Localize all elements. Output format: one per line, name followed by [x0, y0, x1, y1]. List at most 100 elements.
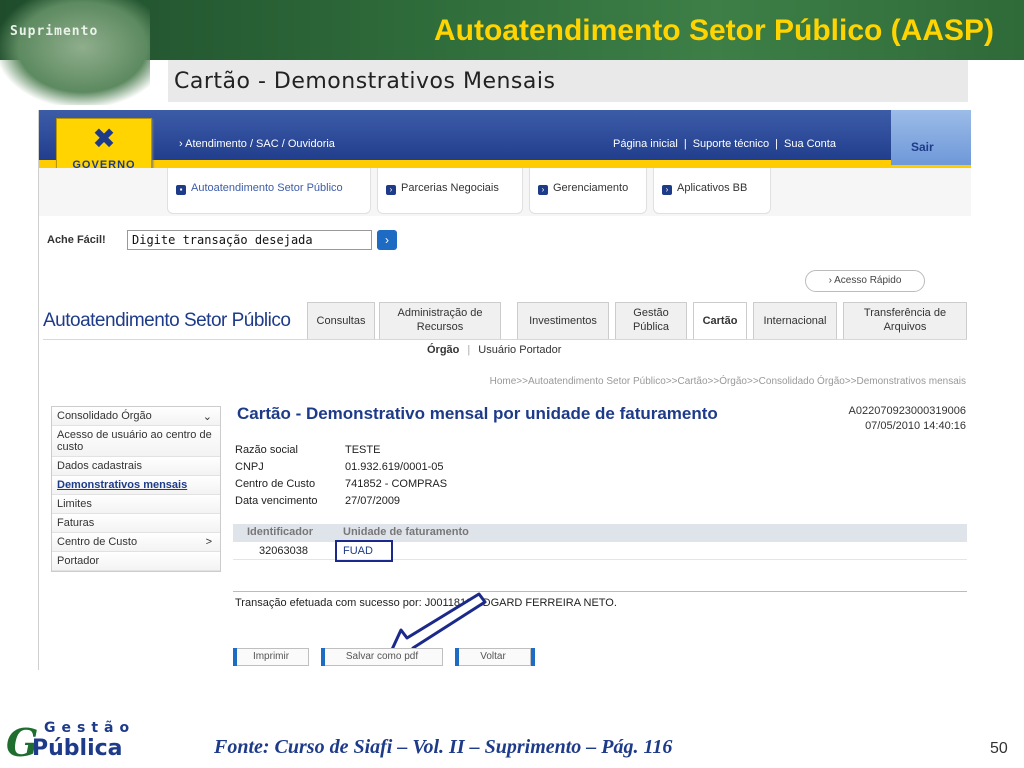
field-value: 01.932.619/0001-05: [345, 461, 444, 473]
link-pagina-inicial[interactable]: Página inicial: [613, 138, 678, 150]
tab-administracao-recursos[interactable]: Administração de Recursos: [379, 302, 501, 340]
field-key: Razão social: [235, 444, 298, 456]
sidebar-item-dados-cadastrais[interactable]: Dados cadastrais: [52, 457, 220, 476]
search-label: Ache Fácil!: [47, 234, 106, 246]
sidebar-item-label: Dados cadastrais: [57, 460, 142, 472]
brazil-map-icon: [0, 0, 150, 105]
link-sua-conta[interactable]: Sua Conta: [784, 138, 836, 150]
acesso-rapido-button[interactable]: › Acesso Rápido: [805, 270, 925, 292]
sidebar-item-demonstrativos-mensais[interactable]: Demonstrativos mensais: [52, 476, 220, 495]
print-button[interactable]: Imprimir: [233, 648, 309, 666]
acesso-rapido-label: Acesso Rápido: [834, 275, 902, 286]
field-key: Centro de Custo: [235, 478, 316, 490]
slide-title: Autoatendimento Setor Público (AASP): [433, 14, 994, 47]
menu-tab-label: Parcerias Negociais: [401, 182, 499, 194]
sidebar-item-label: Portador: [57, 555, 100, 567]
menu-tab-label: Gerenciamento: [553, 182, 629, 194]
sidebar-item-acesso-usuario[interactable]: Acesso de usuário ao centro de custo: [52, 426, 220, 457]
sidebar-item-label: Acesso de usuário ao centro de custo: [57, 429, 212, 453]
field-centro-custo: Centro de Custo 741852 - COMPRAS: [235, 476, 447, 493]
document-datetime: 07/05/2010 14:40:16: [865, 420, 966, 432]
atendimento-link[interactable]: › Atendimento / SAC / Ouvidoria: [179, 138, 335, 150]
tab-gestao-publica[interactable]: Gestão Pública: [615, 302, 687, 340]
breadcrumb[interactable]: Home>>Autoatendimento Setor Público>>Car…: [490, 376, 966, 387]
tab-investimentos[interactable]: Investimentos: [517, 302, 609, 340]
field-razao-social: Razão social TESTE: [235, 442, 447, 459]
slide-subtitle: Cartão - Demonstrativos Mensais: [168, 60, 968, 102]
portal-screenshot: ✖ GOVERNO › Atendimento / SAC / Ouvidori…: [38, 110, 971, 670]
sidebar-item-faturas[interactable]: Faturas: [52, 514, 220, 533]
portal-yellow-stripe: [39, 160, 971, 168]
back-button-label: Voltar: [480, 651, 506, 662]
sidebar-item-portador[interactable]: Portador: [52, 552, 220, 571]
arrow-icon: ›: [386, 185, 396, 195]
subnav-orgao[interactable]: Órgão: [427, 344, 459, 356]
suprimento-badge: Suprimento: [10, 24, 99, 39]
button-cap: [455, 648, 459, 666]
sidebar-item-label: Consolidado Órgão: [57, 410, 152, 422]
sidebar-item-label: Centro de Custo: [57, 536, 138, 548]
chevron-right-icon: ›: [385, 233, 389, 247]
tab-divider: [43, 339, 967, 340]
chevron-right-icon: >: [205, 536, 212, 548]
sair-label: Sair: [911, 140, 934, 154]
top-links: Página inicial | Suporte técnico | Sua Conta: [613, 138, 836, 150]
field-cnpj: CNPJ 01.932.619/0001-05: [235, 459, 447, 476]
tab-internacional[interactable]: Internacional: [753, 302, 837, 340]
sidebar-item-centro-custo[interactable]: Centro de Custo >: [52, 533, 220, 552]
button-cap: [531, 648, 535, 666]
sair-button[interactable]: Sair: [891, 110, 971, 165]
sidebar-item-consolidado-orgao[interactable]: Consolidado Órgão ⌄: [52, 407, 220, 426]
field-data-vencimento: Data vencimento 27/07/2009: [235, 493, 447, 510]
arrow-icon: ›: [538, 185, 548, 195]
gestao-publica-logo: G Gestão Pública: [6, 718, 138, 765]
page-title: Cartão - Demonstrativo mensal por unidad…: [237, 404, 718, 423]
link-suporte-tecnico[interactable]: Suporte técnico: [693, 138, 769, 150]
sidebar-item-label: Limites: [57, 498, 92, 510]
sidebar-item-limites[interactable]: Limites: [52, 495, 220, 514]
envelope-icon: ▪: [176, 185, 186, 195]
tab-consultas[interactable]: Consultas: [307, 302, 375, 340]
subnav: Órgão | Usuário Portador: [427, 344, 562, 356]
search-go-button[interactable]: ›: [377, 230, 397, 250]
field-key: Data vencimento: [235, 495, 318, 507]
search-input[interactable]: [127, 230, 372, 250]
menu-tab-aplicativos[interactable]: › Aplicativos BB: [653, 168, 771, 214]
field-value: 27/07/2009: [345, 495, 401, 507]
tab-cartao[interactable]: Cartão: [693, 302, 747, 340]
menu-tab-gerenciamento[interactable]: › Gerenciamento: [529, 168, 647, 214]
save-pdf-button-label: Salvar como pdf: [345, 651, 419, 662]
print-button-label: Imprimir: [252, 651, 290, 662]
logo-bottom-text: Pública: [32, 736, 123, 761]
cell-identificador: 32063038: [259, 545, 308, 557]
chevron-down-icon: ⌄: [202, 411, 212, 423]
highlight-box: [335, 540, 393, 562]
field-value: 741852 - COMPRAS: [345, 478, 448, 490]
logo-top-text: Gestão: [44, 720, 136, 736]
page-number: 50: [990, 740, 1008, 757]
section-heading: Autoatendimento Setor Público: [43, 310, 291, 331]
sidebar-item-label: Demonstrativos mensais: [57, 479, 188, 491]
bb-logo-icon: ✖: [92, 123, 116, 154]
source-citation: Fonte: Curso de Siafi – Vol. II – Suprim…: [214, 736, 673, 758]
sidebar-item-label: Faturas: [57, 517, 95, 529]
menu-tab-label: Autoatendimento Setor Público: [191, 182, 343, 194]
column-header-unidade: Unidade de faturamento: [343, 526, 469, 538]
menu-tab-parcerias[interactable]: › Parcerias Negociais: [377, 168, 523, 214]
back-button[interactable]: Voltar: [455, 648, 535, 666]
document-id-number: A022070923000319006: [848, 405, 966, 417]
tab-transferencia-arquivos[interactable]: Transferência de Arquivos: [843, 302, 967, 340]
field-value: TESTE: [345, 444, 381, 456]
menu-tab-label: Aplicativos BB: [677, 182, 748, 194]
main-menu: ▪ Autoatendimento Setor Público › Parceria…: [39, 168, 971, 216]
field-key: CNPJ: [235, 461, 264, 473]
arrow-icon: ›: [662, 185, 672, 195]
detail-fields: Razão social TESTE CNPJ 01.932.619/0001-05…: [235, 442, 447, 510]
side-menu: Consolidado Órgão ⌄ Acesso de usuário ao …: [51, 406, 221, 572]
button-cap: [233, 648, 237, 666]
table-divider: [233, 591, 967, 592]
menu-tab-autoatendimento[interactable]: ▪ Autoatendimento Setor Público: [167, 168, 371, 214]
atendimento-link-label: Atendimento / SAC / Ouvidoria: [185, 138, 335, 150]
save-pdf-button[interactable]: Salvar como pdf: [321, 648, 443, 666]
subnav-usuario-portador[interactable]: Usuário Portador: [478, 344, 561, 356]
